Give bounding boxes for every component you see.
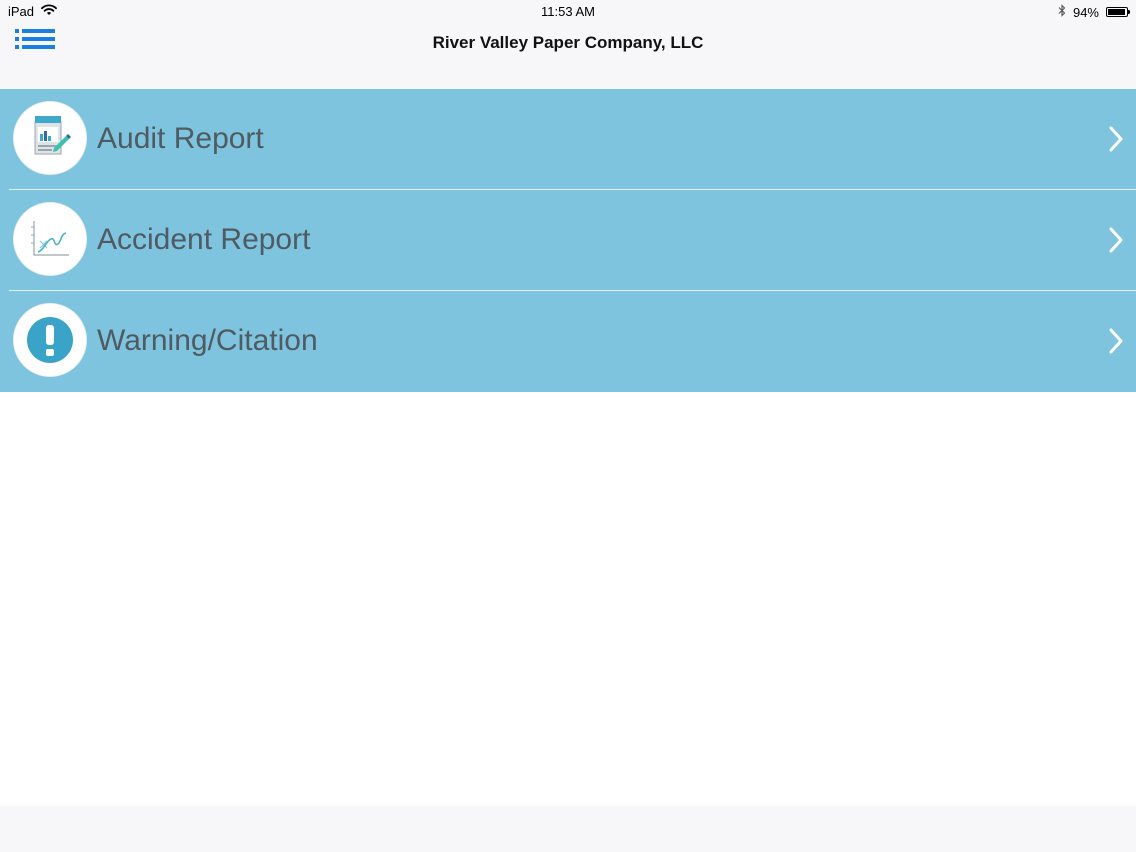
menu-item-label: Accident Report	[97, 223, 311, 256]
battery-icon	[1106, 7, 1130, 17]
bottom-toolbar	[0, 806, 1136, 852]
menu-item-label: Audit Report	[97, 122, 264, 155]
chevron-right-icon	[1108, 226, 1124, 259]
battery-percent: 94%	[1072, 4, 1099, 20]
chevron-right-icon	[1108, 327, 1124, 360]
chevron-right-icon	[1108, 125, 1124, 158]
status-time: 11:53 AM	[541, 4, 595, 19]
page-title: River Valley Paper Company, LLC	[432, 33, 704, 52]
battery-fill	[1108, 9, 1125, 15]
status-bar: iPad 11:53 AM 94%	[0, 0, 1136, 22]
warning-exclamation-icon	[14, 304, 86, 376]
menu-item-label: Warning/Citation	[97, 324, 318, 357]
nav-bar: River Valley Paper Company, LLC	[0, 22, 1136, 89]
menu-list: Audit Report Accident Report Warning/Cit…	[0, 89, 1136, 392]
bluetooth-icon	[1058, 4, 1066, 20]
status-right: 94%	[1058, 4, 1130, 20]
menu-item-accident-report[interactable]: Accident Report	[0, 190, 1136, 290]
menu-item-warning-citation[interactable]: Warning/Citation	[0, 291, 1136, 392]
audit-report-icon	[14, 102, 86, 174]
accident-chart-icon	[14, 203, 86, 275]
menu-item-audit-report[interactable]: Audit Report	[0, 89, 1136, 189]
